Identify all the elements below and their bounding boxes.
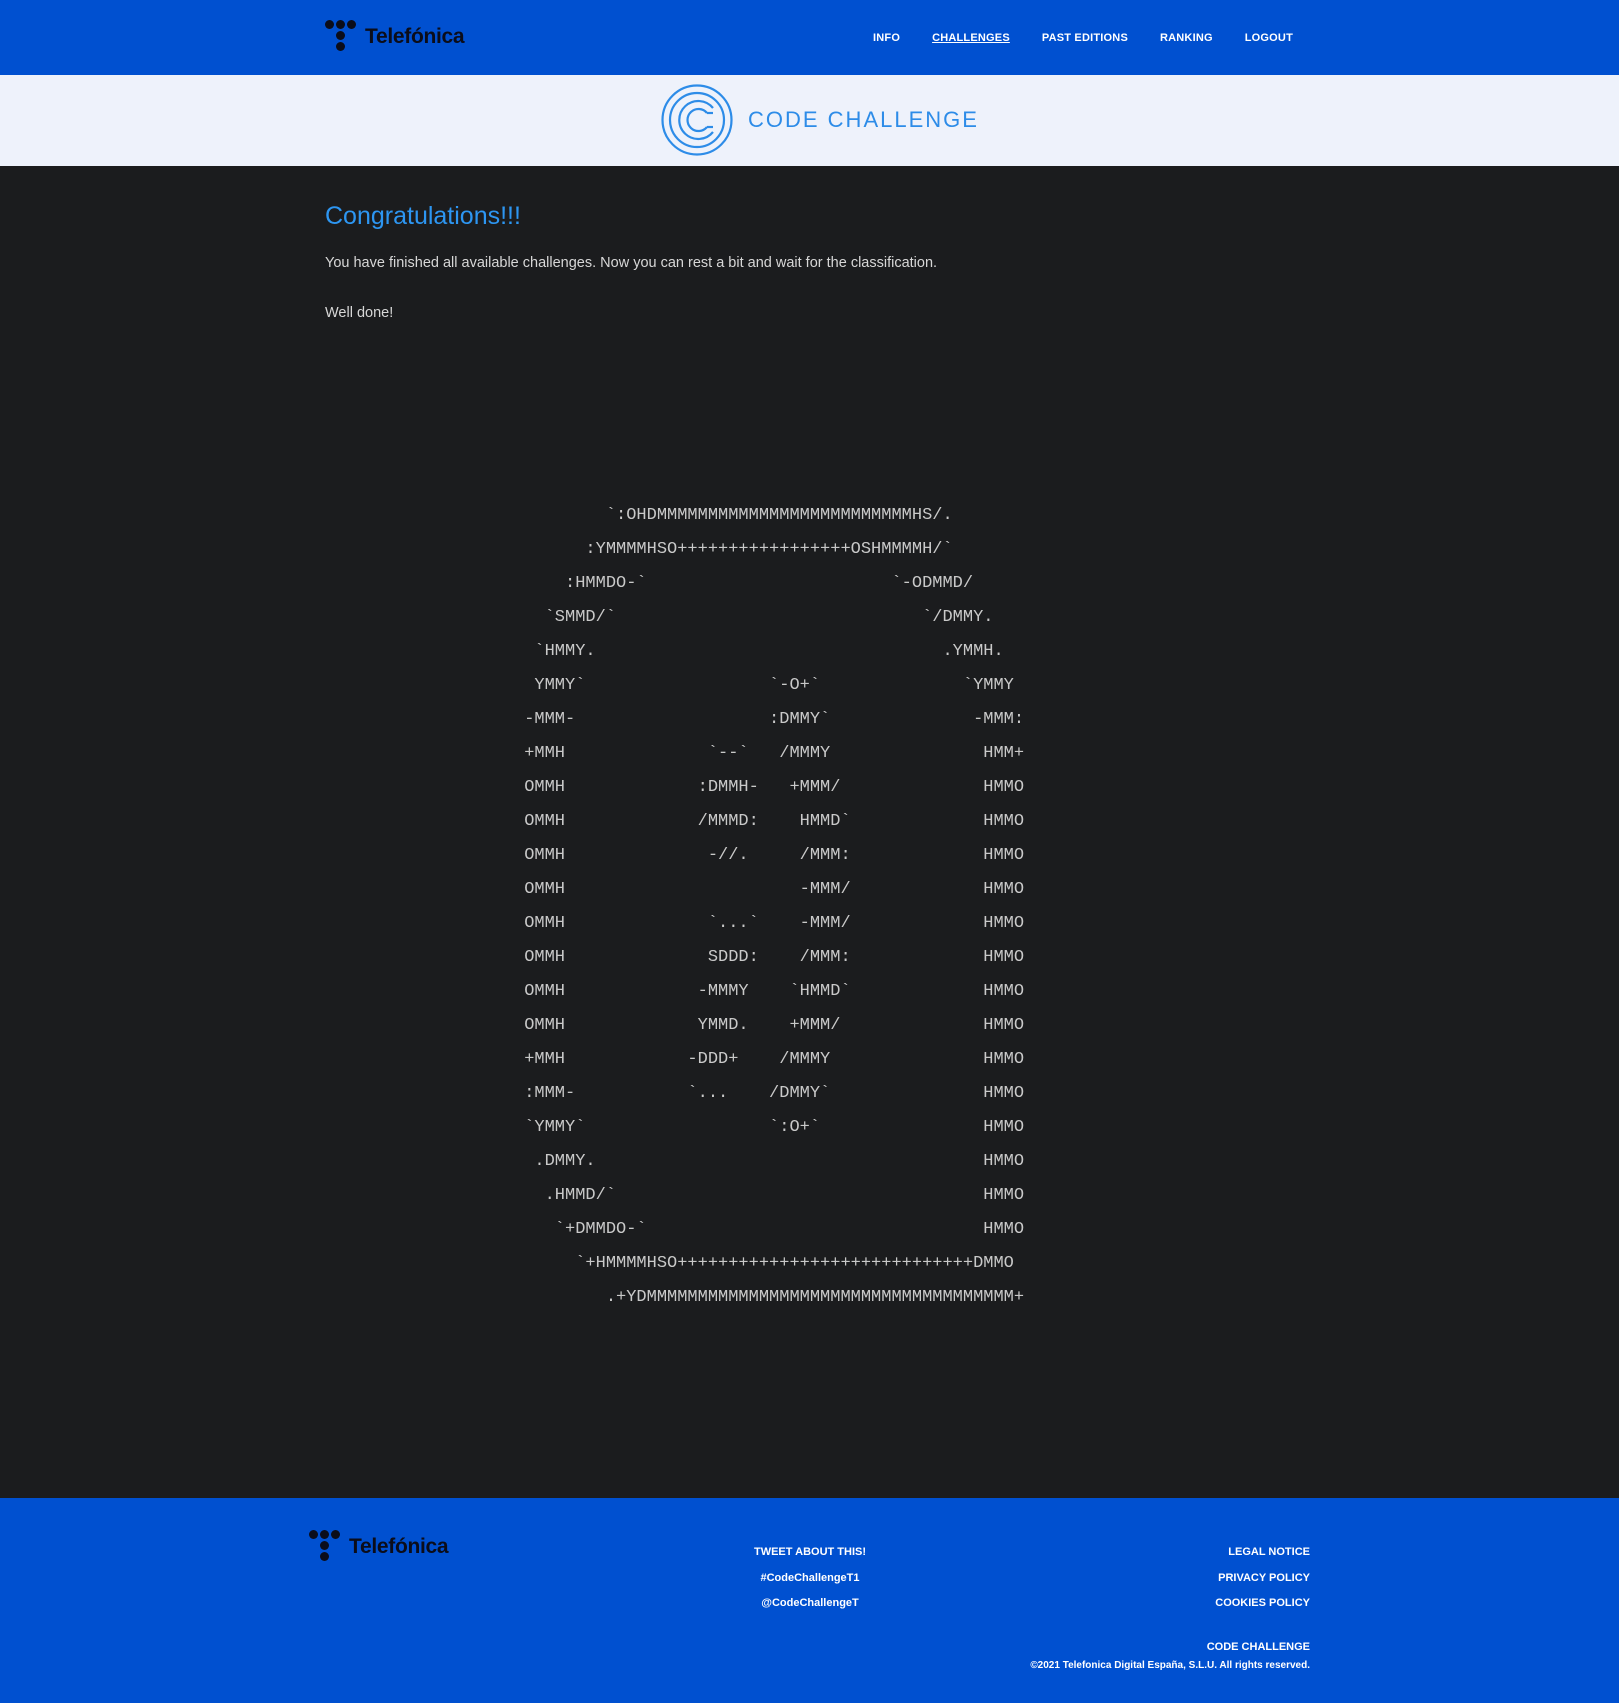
telefonica-logo-icon: [325, 20, 359, 54]
nav-info[interactable]: INFO: [873, 32, 900, 44]
footer-logo-text: Telefónica: [349, 1535, 449, 1558]
brand-band: CODE CHALLENGE: [0, 75, 1619, 166]
nav-logout[interactable]: LOGOUT: [1245, 32, 1293, 44]
nav-challenges[interactable]: CHALLENGES: [932, 32, 1010, 44]
telefonica-logo[interactable]: Telefónica: [325, 20, 465, 54]
top-navbar: Telefónica INFO CHALLENGES PAST EDITIONS…: [0, 0, 1619, 75]
ascii-art: `:OHDMMMMMMMMMMMMMMMMMMMMMMMMMHS/. :YMMM…: [524, 506, 1025, 1307]
telefonica-logo-icon: [309, 1530, 343, 1564]
privacy-policy-link[interactable]: PRIVACY POLICY: [1030, 1566, 1310, 1592]
completion-message: You have finished all available challeng…: [325, 255, 938, 271]
twitter-handle-link[interactable]: @CodeChallengeT: [700, 1591, 920, 1617]
main-nav: INFO CHALLENGES PAST EDITIONS RANKING LO…: [841, 0, 1293, 75]
brand-title: CODE CHALLENGE: [748, 107, 979, 132]
page-title: Congratulations!!!: [325, 202, 521, 230]
nav-ranking[interactable]: RANKING: [1160, 32, 1213, 44]
code-challenge-logo-icon: [661, 84, 733, 156]
footer: Telefónica TWEET ABOUT THIS! #CodeChalle…: [0, 1498, 1619, 1703]
code-challenge-logo: CODE CHALLENGE: [660, 83, 979, 157]
telefonica-logo-text: Telefónica: [365, 25, 465, 48]
main-content: Congratulations!!! You have finished all…: [325, 166, 1295, 321]
footer-telefonica-logo[interactable]: Telefónica: [309, 1530, 449, 1564]
well-done-text: Well done!: [325, 305, 394, 321]
copyright: ©2021 Telefonica Digital España, S.L.U. …: [1030, 1659, 1310, 1671]
tweet-link[interactable]: TWEET ABOUT THIS!: [700, 1540, 920, 1566]
nav-past-editions[interactable]: PAST EDITIONS: [1042, 32, 1128, 44]
hashtag-link[interactable]: #CodeChallengeT1: [700, 1566, 920, 1592]
footer-brand: CODE CHALLENGE: [1206, 1640, 1310, 1653]
cookies-policy-link[interactable]: COOKIES POLICY: [1030, 1591, 1310, 1617]
footer-legal: LEGAL NOTICE PRIVACY POLICY COOKIES POLI…: [1030, 1540, 1310, 1675]
footer-social: TWEET ABOUT THIS! #CodeChallengeT1 @Code…: [700, 1540, 920, 1617]
legal-notice-link[interactable]: LEGAL NOTICE: [1030, 1540, 1310, 1566]
